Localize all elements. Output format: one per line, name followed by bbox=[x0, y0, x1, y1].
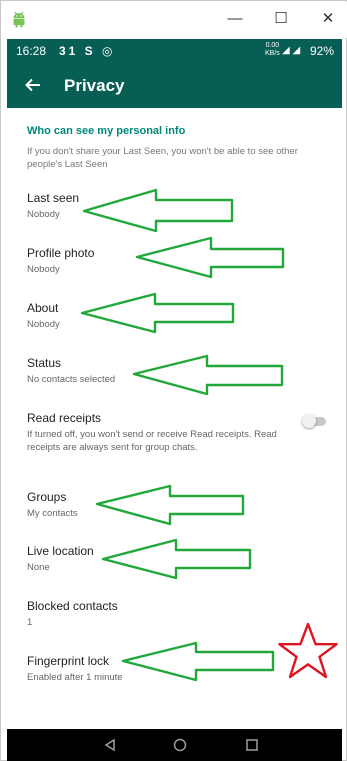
section-description: If you don't share your Last Seen, you w… bbox=[27, 146, 298, 170]
setting-label: Profile photo bbox=[27, 246, 95, 260]
setting-label: Fingerprint lock bbox=[27, 654, 110, 668]
setting-label: Blocked contacts bbox=[27, 599, 118, 613]
network-speed-value: 0.00 bbox=[265, 42, 280, 49]
status-time: 16:28 bbox=[16, 44, 47, 58]
setting-label: About bbox=[27, 301, 59, 315]
read-receipts-toggle[interactable] bbox=[302, 414, 328, 428]
setting-label: Live location bbox=[27, 544, 94, 558]
setting-value: Nobody bbox=[27, 209, 60, 220]
window-title-bar: — ☐ ✕ bbox=[2, 2, 347, 38]
home-circle-icon[interactable] bbox=[172, 737, 188, 753]
signal-icon: ◢ ◢ bbox=[282, 45, 301, 56]
setting-last-seen[interactable]: Last seen Nobody bbox=[7, 191, 342, 231]
setting-value: Enabled after 1 minute bbox=[27, 672, 123, 683]
setting-groups[interactable]: Groups My contacts bbox=[7, 490, 342, 530]
setting-value: 1 bbox=[27, 617, 33, 628]
notification-icons: 31 S ◎ bbox=[59, 44, 116, 58]
setting-status[interactable]: Status No contacts selected bbox=[7, 356, 342, 396]
network-speed-unit: KB/s bbox=[265, 50, 280, 57]
battery-level: 92% bbox=[309, 44, 334, 58]
navigation-bar bbox=[7, 729, 342, 761]
setting-value: My contacts bbox=[27, 508, 78, 519]
section-header: Who can see my personal info bbox=[27, 125, 186, 137]
arrow-back-icon[interactable] bbox=[21, 73, 45, 97]
app-toolbar: Privacy bbox=[7, 63, 342, 108]
setting-fingerprint-lock[interactable]: Fingerprint lock Enabled after 1 minute bbox=[7, 654, 342, 694]
recents-square-icon[interactable] bbox=[244, 737, 260, 753]
minimize-button[interactable]: — bbox=[224, 8, 246, 30]
network-speed: 0.00 KB/s bbox=[265, 42, 280, 58]
emulator-frame: — ☐ ✕ 16:28 31 S ◎ 0.00 KB/s ◢ ◢ 92% Pri… bbox=[0, 0, 347, 761]
setting-blocked-contacts[interactable]: Blocked contacts 1 bbox=[7, 599, 342, 639]
close-button[interactable]: ✕ bbox=[317, 8, 339, 30]
status-bar: 16:28 31 S ◎ 0.00 KB/s ◢ ◢ 92% bbox=[7, 39, 342, 63]
maximize-button[interactable]: ☐ bbox=[270, 8, 292, 30]
page-title: Privacy bbox=[64, 76, 125, 95]
android-icon bbox=[13, 11, 25, 28]
setting-value: If turned off, you won't send or receive… bbox=[27, 429, 277, 453]
setting-profile-photo[interactable]: Profile photo Nobody bbox=[7, 246, 342, 286]
setting-value: Nobody bbox=[27, 319, 60, 330]
setting-label: Groups bbox=[27, 490, 67, 504]
privacy-settings-list: Who can see my personal info If you don'… bbox=[7, 108, 342, 729]
setting-value: Nobody bbox=[27, 264, 60, 275]
setting-label: Read receipts bbox=[27, 411, 102, 425]
setting-label: Last seen bbox=[27, 191, 80, 205]
setting-value: None bbox=[27, 562, 50, 573]
setting-about[interactable]: About Nobody bbox=[7, 301, 342, 341]
back-triangle-icon[interactable] bbox=[102, 737, 118, 753]
setting-read-receipts[interactable]: Read receipts If turned off, you won't s… bbox=[7, 411, 342, 461]
setting-live-location[interactable]: Live location None bbox=[7, 544, 342, 584]
setting-label: Status bbox=[27, 356, 62, 370]
toggle-thumb bbox=[302, 414, 316, 428]
setting-value: No contacts selected bbox=[27, 374, 116, 385]
